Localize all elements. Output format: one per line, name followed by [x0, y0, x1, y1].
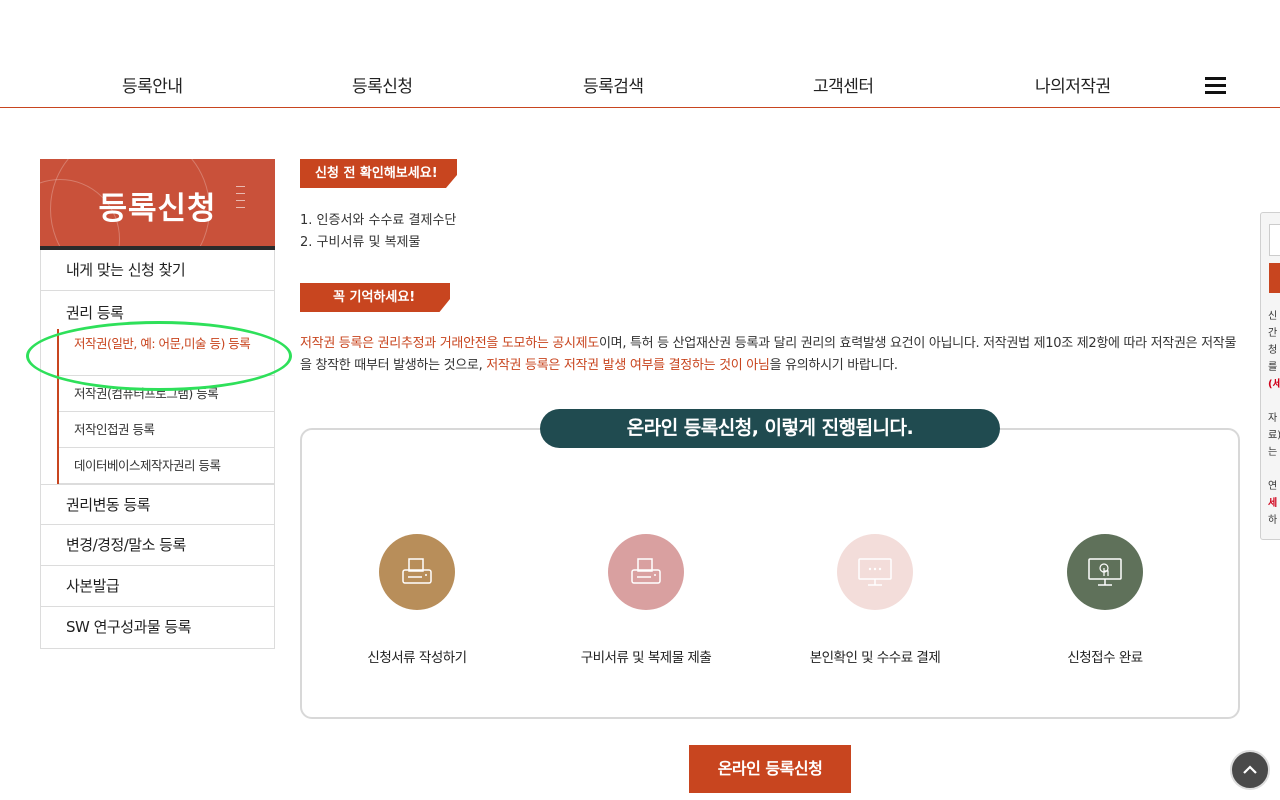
scroll-top-button[interactable]: [1230, 750, 1270, 790]
step-label: 신청접수 완료: [1067, 650, 1143, 666]
decorative-lines: [236, 186, 245, 214]
float-line: 연: [1268, 481, 1278, 492]
float-line: 간: [1268, 328, 1278, 339]
sidebar-subitem-neighboring[interactable]: 저작인접권 등록: [59, 412, 274, 448]
hamburger-icon[interactable]: [1205, 77, 1226, 94]
float-line: 세: [1268, 498, 1278, 509]
printer-icon: [379, 534, 455, 610]
check-item: 1. 인증서와 수수료 결제수단: [300, 213, 457, 228]
process-step: 신청서류 작성하기: [317, 534, 517, 666]
sidebar-item-sw[interactable]: SW 연구성과물 등록: [41, 607, 274, 648]
float-line: [1268, 393, 1280, 410]
sidebar-banner: 등록신청: [40, 159, 275, 250]
float-line: 청: [1268, 345, 1278, 356]
step-label: 구비서류 및 복제물 제출: [580, 650, 712, 666]
sidebar-subitem-program[interactable]: 저작권(컴퓨터프로그램) 등록: [59, 376, 274, 412]
chevron-up-icon: [1243, 765, 1257, 774]
top-navigation: 등록안내 등록신청 등록검색 고객센터 나의저작권: [0, 0, 1280, 108]
printer-icon: [608, 534, 684, 610]
touch-screen-icon: [1067, 534, 1143, 610]
float-line: 신: [1268, 311, 1278, 322]
sidebar-item-rights[interactable]: 권리 등록: [41, 291, 274, 329]
float-panel-button[interactable]: [1269, 263, 1280, 293]
float-line: (세: [1268, 379, 1280, 390]
check-item: 2. 구비서류 및 복제물: [300, 235, 421, 250]
float-line: [1268, 461, 1280, 478]
online-apply-button[interactable]: 온라인 등록신청: [689, 745, 851, 793]
notice-body: 을 유의하시기 바랍니다.: [769, 358, 898, 373]
monitor-icon: [837, 534, 913, 610]
step-label: 본인확인 및 수수료 결제: [809, 650, 941, 666]
process-title: 온라인 등록신청, 이렇게 진행됩니다.: [540, 409, 1000, 448]
process-step: 본인확인 및 수수료 결제: [775, 534, 975, 666]
nav-item-search[interactable]: 등록검색: [583, 72, 644, 97]
nav-item-guide[interactable]: 등록안내: [122, 72, 183, 97]
check-list: 1. 인증서와 수수료 결제수단 2. 구비서류 및 복제물: [300, 210, 456, 254]
process-step: 구비서류 및 복제물 제출: [546, 534, 746, 666]
sidebar-submenu: 저작권(일반, 예: 어문,미술 등) 등록 저작권(컴퓨터프로그램) 등록 저…: [57, 329, 274, 484]
nav-item-apply[interactable]: 등록신청: [352, 72, 413, 97]
process-step: 신청접수 완료: [1005, 534, 1205, 666]
notice-highlight: 저작권 등록은 권리추정과 거래안전을 도모하는 공시제도: [300, 336, 600, 351]
notice-highlight: 저작권 등록은 저작권 발생 여부를 결정하는 것이 아님: [486, 358, 770, 373]
remember-tag: 꼭 기억하세요!: [300, 283, 450, 312]
check-tag: 신청 전 확인해보세요!: [300, 159, 457, 188]
nav-item-support[interactable]: 고객센터: [813, 72, 874, 97]
float-line: 를: [1268, 362, 1278, 373]
float-line: 는: [1268, 447, 1278, 458]
sidebar-item-copy[interactable]: 사본발급: [41, 566, 274, 607]
sidebar-subitem-general[interactable]: 저작권(일반, 예: 어문,미술 등) 등록: [59, 329, 274, 376]
sidebar-menu: 내게 맞는 신청 찾기 권리 등록 저작권(일반, 예: 어문,미술 등) 등록…: [40, 250, 275, 649]
float-line: 하: [1268, 515, 1278, 526]
step-label: 신청서류 작성하기: [367, 650, 467, 666]
sidebar-item-change[interactable]: 권리변동 등록: [41, 484, 274, 525]
floating-side-panel: 신 간 청 를 (세 자 료) 는 연 세 하: [1260, 212, 1280, 540]
float-panel-text: 신 간 청 를 (세 자 료) 는 연 세 하: [1268, 308, 1280, 529]
float-line: 자: [1268, 413, 1278, 424]
nav-item-my-copyright[interactable]: 나의저작권: [1035, 72, 1111, 97]
float-line: 료): [1268, 430, 1280, 441]
sidebar-subitem-database[interactable]: 데이터베이스제작자권리 등록: [59, 448, 274, 484]
notice-text: 저작권 등록은 권리추정과 거래안전을 도모하는 공시제도이며, 특허 등 산업…: [300, 333, 1245, 377]
sidebar-item-find[interactable]: 내게 맞는 신청 찾기: [41, 250, 274, 291]
float-panel-input[interactable]: [1269, 224, 1280, 256]
sidebar-item-correction[interactable]: 변경/경정/말소 등록: [41, 525, 274, 566]
